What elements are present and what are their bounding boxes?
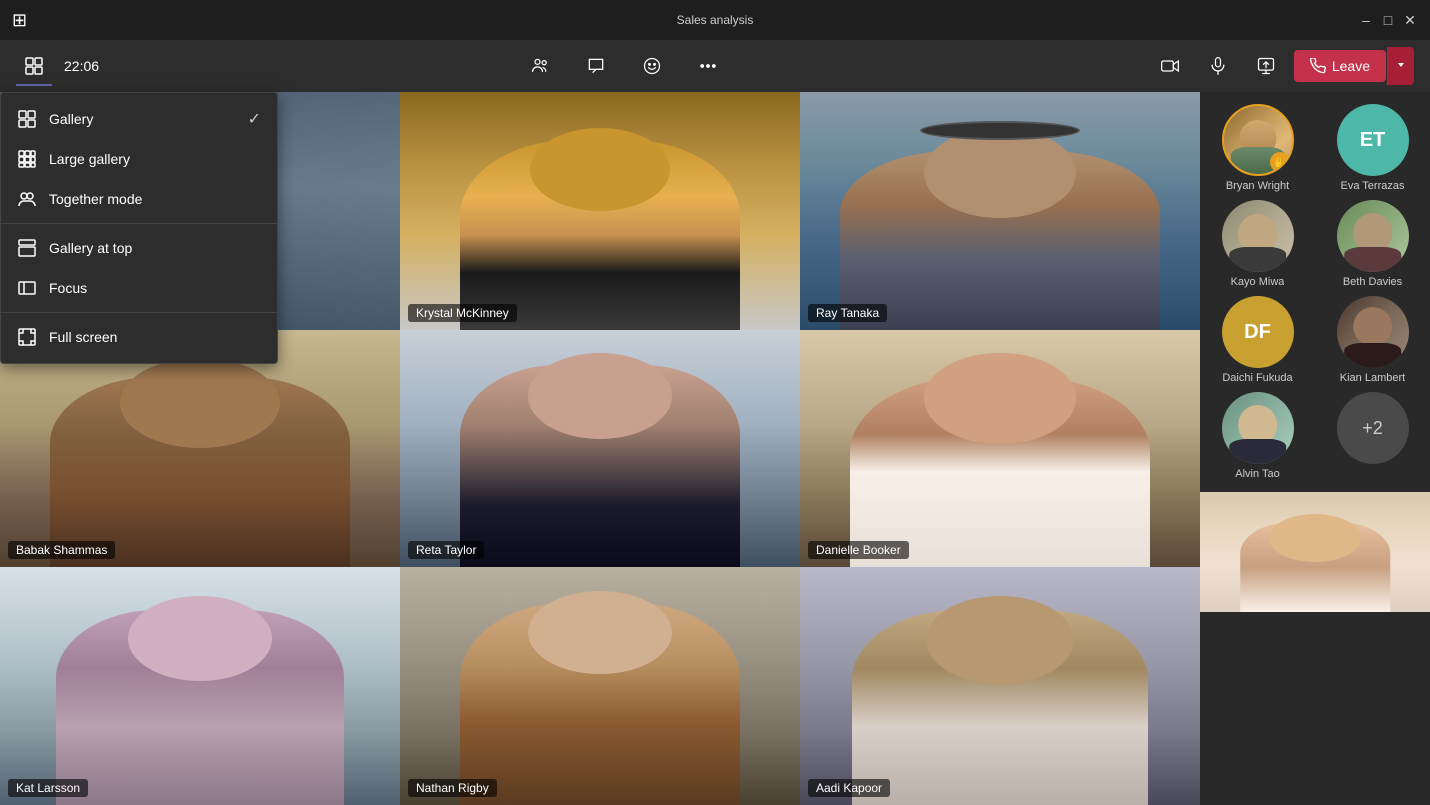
participant-label-ray: Ray Tanaka [808,304,887,322]
participant-name-bryan: Bryan Wright [1226,180,1289,192]
menu-item-together-mode[interactable]: Together mode [1,179,277,219]
participant-label-babak: Babak Shammas [8,541,115,559]
gallery-menu-icon [17,109,37,129]
view-dropdown-menu: Gallery ✓ Large gallery [0,92,278,364]
menu-label-focus: Focus [49,280,261,296]
large-gallery-menu-icon [17,149,37,169]
reactions-button[interactable] [632,46,672,86]
leave-label: Leave [1332,58,1370,74]
menu-item-gallery-at-top[interactable]: Gallery at top [1,228,277,268]
window-title: Sales analysis [677,13,754,27]
video-cell-reta: Reta Taylor [400,330,800,568]
menu-item-full-screen[interactable]: Full screen [1,317,277,357]
video-cell-nathan: Nathan Rigby [400,567,800,805]
title-bar: ⊞ Sales analysis – □ ✕ [0,0,1430,40]
avatar-bryan: ✋ [1222,104,1294,176]
video-button[interactable] [1150,46,1190,86]
menu-label-together-mode: Together mode [49,191,261,207]
participant-label-nathan: Nathan Rigby [408,779,497,797]
video-cell-danielle: Danielle Booker [800,330,1200,568]
avatar-kayo [1222,200,1294,272]
participant-eva[interactable]: ET Eva Terrazas [1337,104,1409,192]
avatar-kian [1337,296,1409,368]
video-cell-ray: Ray Tanaka [800,92,1200,330]
toolbar-center [107,46,1142,86]
participant-daichi[interactable]: DF Daichi Fukuda [1222,296,1294,384]
participant-label-krystal: Krystal McKinney [408,304,517,322]
participant-name-kayo: Kayo Miwa [1231,276,1285,288]
grid-view-button[interactable] [16,48,52,84]
sidebar-row-2: Kayo Miwa Beth Davies [1200,196,1430,292]
participant-label-danielle: Danielle Booker [808,541,909,559]
menu-item-focus[interactable]: Focus [1,268,277,308]
menu-check-gallery: ✓ [248,109,261,129]
toolbar-left: 22:06 [16,48,99,84]
menu-label-gallery: Gallery [49,111,236,127]
sidebar-participants: ✋ Bryan Wright ET Eva Terrazas Kayo Miwa [1200,92,1430,805]
toolbar-right: Leave [1150,46,1414,86]
participant-name-plus [1371,468,1374,480]
participant-name-alvin: Alvin Tao [1235,468,1279,480]
together-mode-menu-icon [17,189,37,209]
avatar-eva: ET [1337,104,1409,176]
mic-button[interactable] [1198,46,1238,86]
sidebar-row-3: DF Daichi Fukuda Kian Lambert [1200,292,1430,388]
avatar-beth [1337,200,1409,272]
more-button[interactable] [688,46,728,86]
participant-label-reta: Reta Taylor [408,541,484,559]
chat-button[interactable] [576,46,616,86]
app-icon: ⊞ [12,10,27,31]
share-button[interactable] [1246,46,1286,86]
video-cell-kat: Kat Larsson [0,567,400,805]
participant-label-aadi: Aadi Kapoor [808,779,890,797]
participant-beth[interactable]: Beth Davies [1337,200,1409,288]
sidebar-video-thumbnail [1200,492,1430,612]
participant-kian[interactable]: Kian Lambert [1337,296,1409,384]
maximize-button[interactable]: □ [1380,12,1396,28]
menu-item-gallery[interactable]: Gallery ✓ [1,99,277,139]
menu-label-gallery-at-top: Gallery at top [49,240,261,256]
focus-menu-icon [17,278,37,298]
people-button[interactable] [520,46,560,86]
menu-label-full-screen: Full screen [49,329,261,345]
grid-icon [24,56,44,76]
sidebar-row-1: ✋ Bryan Wright ET Eva Terrazas [1200,100,1430,196]
window-controls: – □ ✕ [1358,12,1418,28]
avatar-plus: +2 [1337,392,1409,464]
participant-alvin[interactable]: Alvin Tao [1222,392,1294,480]
menu-divider-2 [1,312,277,313]
video-cell-babak: Babak Shammas [0,330,400,568]
participant-label-kat: Kat Larsson [8,779,88,797]
gallery-at-top-menu-icon [17,238,37,258]
leave-dropdown-arrow[interactable] [1387,47,1414,85]
participant-bryan[interactable]: ✋ Bryan Wright [1222,104,1294,192]
participant-name-kian: Kian Lambert [1340,372,1405,384]
menu-divider-1 [1,223,277,224]
video-cell-krystal: Krystal McKinney [400,92,800,330]
menu-item-large-gallery[interactable]: Large gallery [1,139,277,179]
full-screen-menu-icon [17,327,37,347]
avatar-daichi: DF [1222,296,1294,368]
raised-hand-icon: ✋ [1270,152,1290,172]
participant-name-daichi: Daichi Fukuda [1222,372,1292,384]
participant-name-beth: Beth Davies [1343,276,1402,288]
menu-label-large-gallery: Large gallery [49,151,261,167]
call-timer: 22:06 [64,58,99,74]
sidebar-row-4: Alvin Tao +2 [1200,388,1430,484]
video-cell-aadi: Aadi Kapoor [800,567,1200,805]
toolbar: 22:06 [0,40,1430,92]
leave-button-group[interactable]: Leave [1294,47,1414,85]
avatar-alvin [1222,392,1294,464]
phone-icon [1310,58,1326,74]
participant-name-eva: Eva Terrazas [1341,180,1405,192]
participant-plus[interactable]: +2 [1337,392,1409,480]
leave-button[interactable]: Leave [1294,50,1386,82]
chevron-down-icon [1396,60,1406,70]
close-button[interactable]: ✕ [1402,12,1418,28]
minimize-button[interactable]: – [1358,12,1374,28]
title-bar-left: ⊞ [12,10,27,31]
participant-kayo[interactable]: Kayo Miwa [1222,200,1294,288]
